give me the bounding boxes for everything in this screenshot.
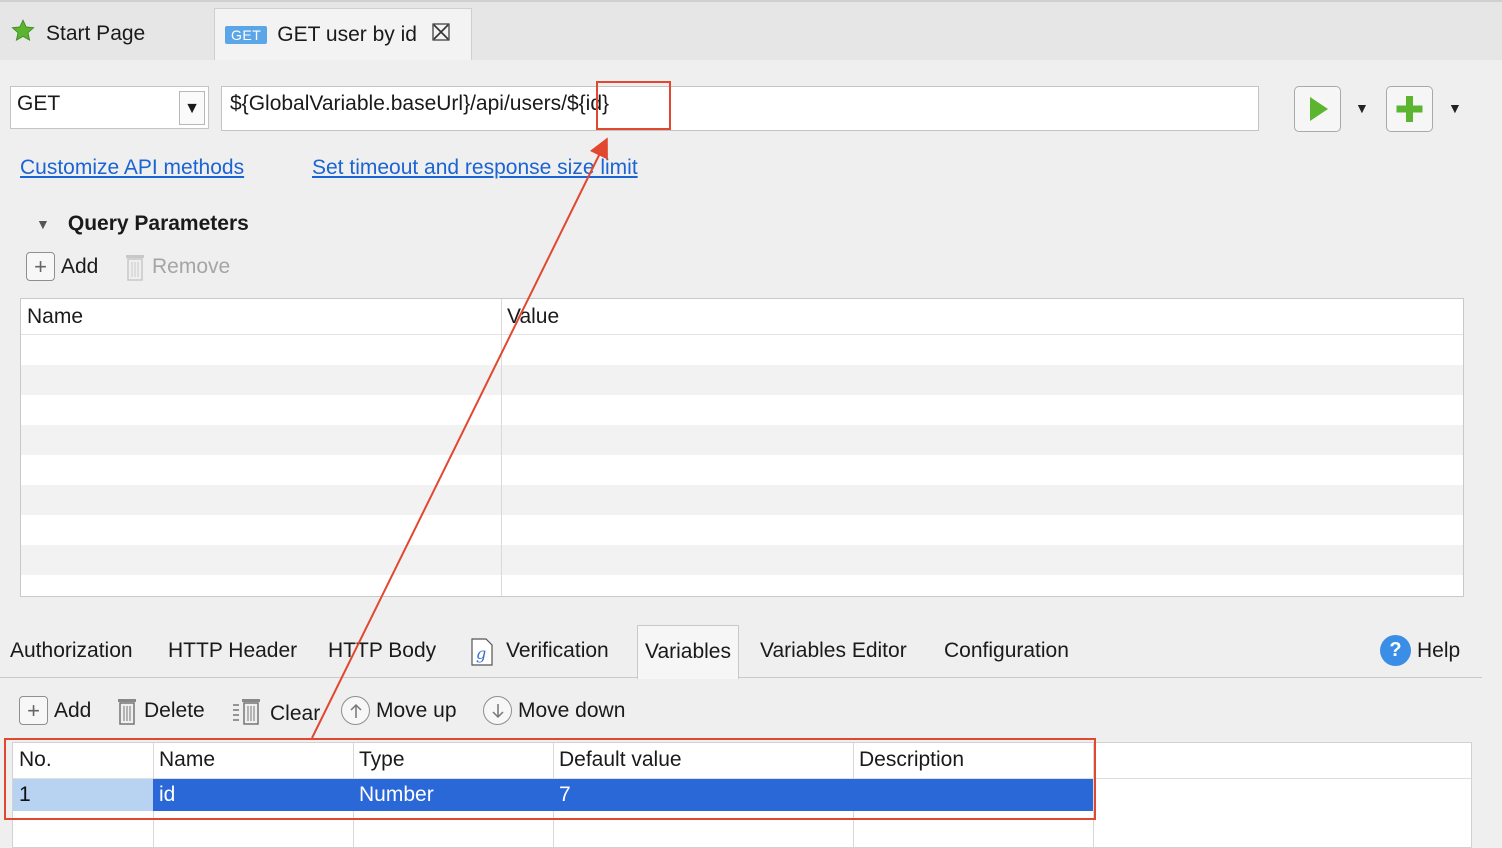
table-row[interactable]: [21, 575, 1463, 596]
help-label: Help: [1417, 638, 1461, 662]
trash-icon: [116, 696, 138, 726]
run-options-dropdown-icon[interactable]: ▼: [1355, 100, 1369, 116]
help-button[interactable]: ? Help: [1380, 635, 1460, 666]
arrow-down-icon: [483, 696, 512, 725]
column-divider[interactable]: [501, 299, 502, 596]
variables-row-highlight: [4, 738, 1096, 820]
trash-icon: [124, 252, 146, 282]
clear-variables-button[interactable]: Clear: [232, 696, 320, 732]
editor-tab-bar: Start Page GET GET user by id: [0, 0, 1502, 60]
move-down-button[interactable]: Move down: [483, 696, 625, 725]
close-icon[interactable]: [431, 22, 451, 48]
star-icon: [10, 18, 36, 50]
add-query-param-button[interactable]: + Add: [26, 252, 98, 281]
tab-label: GET user by id: [277, 22, 417, 46]
table-row[interactable]: [21, 395, 1463, 425]
run-button[interactable]: [1294, 86, 1341, 132]
tab-configuration[interactable]: Configuration: [944, 639, 1069, 663]
table-row[interactable]: [21, 425, 1463, 455]
clear-list-icon: [232, 696, 264, 732]
customize-api-methods-link[interactable]: Customize API methods: [20, 156, 244, 180]
http-method-select[interactable]: GET ▼: [10, 86, 209, 129]
section-title: Query Parameters: [67, 212, 249, 235]
add-variable-button[interactable]: + Add: [19, 696, 91, 725]
add-label: Add: [54, 698, 92, 722]
groovy-script-icon: g: [470, 637, 494, 673]
tab-verification[interactable]: Verification: [506, 639, 609, 663]
tab-http-header[interactable]: HTTP Header: [168, 639, 297, 663]
table-row[interactable]: [21, 335, 1463, 365]
column-header-value: Value: [507, 305, 560, 328]
add-icon: +: [19, 696, 48, 725]
collapse-triangle-icon[interactable]: ▼: [36, 216, 50, 232]
tab-http-body[interactable]: HTTP Body: [328, 639, 436, 663]
move-down-label: Move down: [518, 698, 626, 722]
add-icon: +: [26, 252, 55, 281]
tab-label: Start Page: [46, 22, 146, 45]
table-row[interactable]: [21, 365, 1463, 395]
add-options-dropdown-icon[interactable]: ▼: [1448, 100, 1462, 116]
tab-start-page[interactable]: Start Page: [0, 8, 205, 60]
remove-query-param-button[interactable]: Remove: [124, 252, 230, 282]
tab-variables[interactable]: Variables: [637, 625, 739, 679]
add-to-test-case-button[interactable]: [1386, 86, 1433, 132]
remove-label: Remove: [152, 255, 231, 278]
move-up-label: Move up: [376, 698, 457, 722]
url-id-highlight: [596, 81, 671, 130]
svg-text:g: g: [476, 644, 486, 663]
table-header: Name Value: [21, 299, 1463, 335]
add-label: Add: [61, 254, 99, 278]
chevron-down-icon[interactable]: ▼: [179, 91, 205, 125]
delete-variable-button[interactable]: Delete: [116, 696, 205, 726]
arrow-up-icon: [341, 696, 370, 725]
query-parameters-header[interactable]: ▼ Query Parameters: [36, 212, 249, 236]
table-row[interactable]: [21, 455, 1463, 485]
column-header-name: Name: [27, 305, 84, 328]
http-method-value: GET: [17, 92, 61, 115]
get-method-icon: GET: [225, 25, 268, 44]
request-url-input[interactable]: ${GlobalVariable.baseUrl}/api/users/${id…: [221, 86, 1259, 131]
clear-label: Clear: [270, 702, 321, 725]
request-tabs: Authorization HTTP Header HTTP Body g Ve…: [0, 625, 1482, 679]
table-row[interactable]: [21, 485, 1463, 515]
tab-variables-editor[interactable]: Variables Editor: [760, 639, 907, 663]
tab-get-user-by-id[interactable]: GET GET user by id: [214, 8, 472, 60]
set-timeout-link[interactable]: Set timeout and response size limit: [312, 156, 638, 180]
move-up-button[interactable]: Move up: [341, 696, 457, 725]
table-row[interactable]: [21, 545, 1463, 575]
query-parameters-table[interactable]: Name Value: [20, 298, 1464, 597]
play-icon: [1310, 97, 1328, 121]
table-row[interactable]: [21, 515, 1463, 545]
tab-authorization[interactable]: Authorization: [10, 639, 133, 663]
plus-icon: [1396, 96, 1423, 122]
help-icon: ?: [1380, 635, 1411, 666]
delete-label: Delete: [144, 699, 205, 722]
